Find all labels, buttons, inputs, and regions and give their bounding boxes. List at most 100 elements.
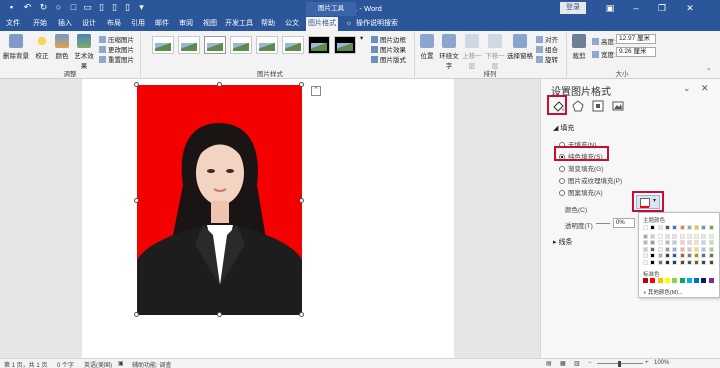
print-layout-icon[interactable]: ▦ xyxy=(560,360,566,367)
standard-color-swatch[interactable] xyxy=(657,278,663,283)
theme-color-swatch[interactable] xyxy=(701,253,707,258)
accessibility-status[interactable]: 辅助功能: 调查 xyxy=(132,360,171,368)
standard-color-swatch[interactable] xyxy=(708,278,714,283)
fill-section-header[interactable]: ◢ 填充 xyxy=(553,123,574,133)
transparency-slider[interactable] xyxy=(596,223,610,224)
read-mode-icon[interactable]: ▤ xyxy=(546,360,552,367)
theme-color-swatch[interactable] xyxy=(701,233,707,239)
theme-color-swatch[interactable] xyxy=(694,233,700,239)
collapse-ribbon-icon[interactable]: ⌃ xyxy=(706,67,711,75)
pattern-fill-option[interactable]: 图案填充(A) xyxy=(559,187,603,197)
theme-color-swatch[interactable] xyxy=(686,253,692,258)
picture-layout-button[interactable]: 图片版式 xyxy=(371,54,406,64)
theme-color-swatch[interactable] xyxy=(679,225,685,230)
standard-color-swatch[interactable] xyxy=(694,278,700,283)
theme-color-swatch[interactable] xyxy=(708,259,714,265)
login-button[interactable]: 登录 xyxy=(560,2,586,14)
resize-handle[interactable] xyxy=(134,82,139,87)
picture-effects-button[interactable]: 图片效果 xyxy=(371,44,406,54)
group-button[interactable]: 组合 xyxy=(536,44,558,54)
tab-layout[interactable]: 布局 xyxy=(105,17,123,31)
tab-mailings[interactable]: 邮件 xyxy=(153,17,171,31)
artistic-effects-button[interactable]: 艺术效果 xyxy=(72,34,96,70)
zoom-level[interactable]: 100% xyxy=(654,360,669,366)
tell-me-search[interactable]: 操作说明搜索 xyxy=(356,17,400,31)
tab-view[interactable]: 视图 xyxy=(201,17,219,31)
theme-color-swatch[interactable] xyxy=(643,253,648,258)
theme-color-swatch[interactable] xyxy=(664,246,670,252)
page-count[interactable]: 第 1 页，共 1 页 xyxy=(4,360,47,368)
theme-color-swatch[interactable] xyxy=(694,246,700,252)
theme-color-swatch[interactable] xyxy=(694,240,700,245)
language-indicator[interactable]: 英语(美国) xyxy=(84,360,112,368)
picture-style-4[interactable] xyxy=(230,36,252,54)
picture-style-3[interactable] xyxy=(204,36,226,54)
picture-styles-more[interactable]: ▾ xyxy=(360,34,363,42)
tab-file[interactable]: 文件 xyxy=(4,17,22,31)
zoom-in-icon[interactable]: + xyxy=(645,360,649,366)
pane-options-icon[interactable]: ⌄ xyxy=(683,83,691,94)
theme-color-swatch[interactable] xyxy=(650,240,656,245)
resize-handle[interactable] xyxy=(217,82,222,87)
tab-references[interactable]: 引用 xyxy=(129,17,147,31)
theme-color-swatch[interactable] xyxy=(657,225,663,230)
pane-close-icon[interactable]: ✕ xyxy=(701,83,709,94)
theme-color-swatch[interactable] xyxy=(694,259,700,265)
theme-color-swatch[interactable] xyxy=(679,233,685,239)
selected-picture[interactable] xyxy=(137,85,302,315)
layout-properties-icon[interactable] xyxy=(591,99,605,113)
theme-color-swatch[interactable] xyxy=(686,259,692,265)
resize-handle[interactable] xyxy=(299,198,304,203)
remove-background-button[interactable]: 删除背景 xyxy=(3,34,29,60)
tab-design[interactable]: 设计 xyxy=(80,17,98,31)
theme-color-swatch[interactable] xyxy=(657,246,663,252)
theme-color-swatch[interactable] xyxy=(701,225,707,230)
theme-color-swatch[interactable] xyxy=(664,253,670,258)
effects-icon[interactable] xyxy=(571,99,585,113)
picture-border-button[interactable]: 图片边框 xyxy=(371,34,406,44)
theme-color-swatch[interactable] xyxy=(701,259,707,265)
more-colors-button[interactable]: ◕ 其他颜色(M)... xyxy=(643,288,683,296)
macro-icon[interactable]: ▣ xyxy=(118,360,124,367)
send-backward-button[interactable]: 下移一层 xyxy=(484,34,506,70)
theme-color-swatch[interactable] xyxy=(643,233,648,239)
theme-color-swatch[interactable] xyxy=(694,225,700,230)
tab-review[interactable]: 审阅 xyxy=(177,17,195,31)
minimize-icon[interactable]: – xyxy=(624,0,648,16)
resize-handle[interactable] xyxy=(299,312,304,317)
theme-color-swatch[interactable] xyxy=(672,240,678,245)
theme-color-swatch[interactable] xyxy=(708,253,714,258)
theme-color-swatch[interactable] xyxy=(664,233,670,239)
standard-color-swatch[interactable] xyxy=(650,278,656,283)
theme-color-swatch[interactable] xyxy=(650,233,656,239)
word-count[interactable]: 0 个字 xyxy=(57,360,74,368)
theme-color-swatch[interactable] xyxy=(708,240,714,245)
theme-color-swatch[interactable] xyxy=(657,233,663,239)
theme-color-swatch[interactable] xyxy=(657,253,663,258)
position-button[interactable]: 位置 xyxy=(418,34,436,60)
theme-color-swatch[interactable] xyxy=(657,240,663,245)
restore-icon[interactable]: ❐ xyxy=(650,0,674,16)
standard-color-swatch[interactable] xyxy=(672,278,678,283)
standard-color-swatch[interactable] xyxy=(643,278,648,283)
theme-color-swatch[interactable] xyxy=(643,246,648,252)
theme-color-swatch[interactable] xyxy=(701,240,707,245)
tab-picture-format[interactable]: 图片格式 xyxy=(306,17,338,31)
standard-color-swatch[interactable] xyxy=(686,278,692,283)
close-icon[interactable]: ✕ xyxy=(678,0,702,16)
standard-color-swatch[interactable] xyxy=(679,278,685,283)
theme-color-swatch[interactable] xyxy=(679,240,685,245)
tab-developer[interactable]: 开发工具 xyxy=(225,17,253,31)
theme-color-swatch[interactable] xyxy=(643,225,648,230)
bring-forward-button[interactable]: 上移一层 xyxy=(461,34,483,70)
theme-color-swatch[interactable] xyxy=(643,259,648,265)
theme-color-swatch[interactable] xyxy=(708,246,714,252)
theme-color-swatch[interactable] xyxy=(708,225,714,230)
picture-fill-option[interactable]: 图片或纹理填充(P) xyxy=(559,175,622,185)
tab-home[interactable]: 开始 xyxy=(31,17,49,31)
compress-pictures-button[interactable]: 压缩图片 xyxy=(99,34,134,44)
gradient-fill-option[interactable]: 渐变填充(G) xyxy=(559,163,603,173)
theme-color-swatch[interactable] xyxy=(679,253,685,258)
theme-color-swatch[interactable] xyxy=(664,225,670,230)
theme-color-swatch[interactable] xyxy=(672,225,678,230)
